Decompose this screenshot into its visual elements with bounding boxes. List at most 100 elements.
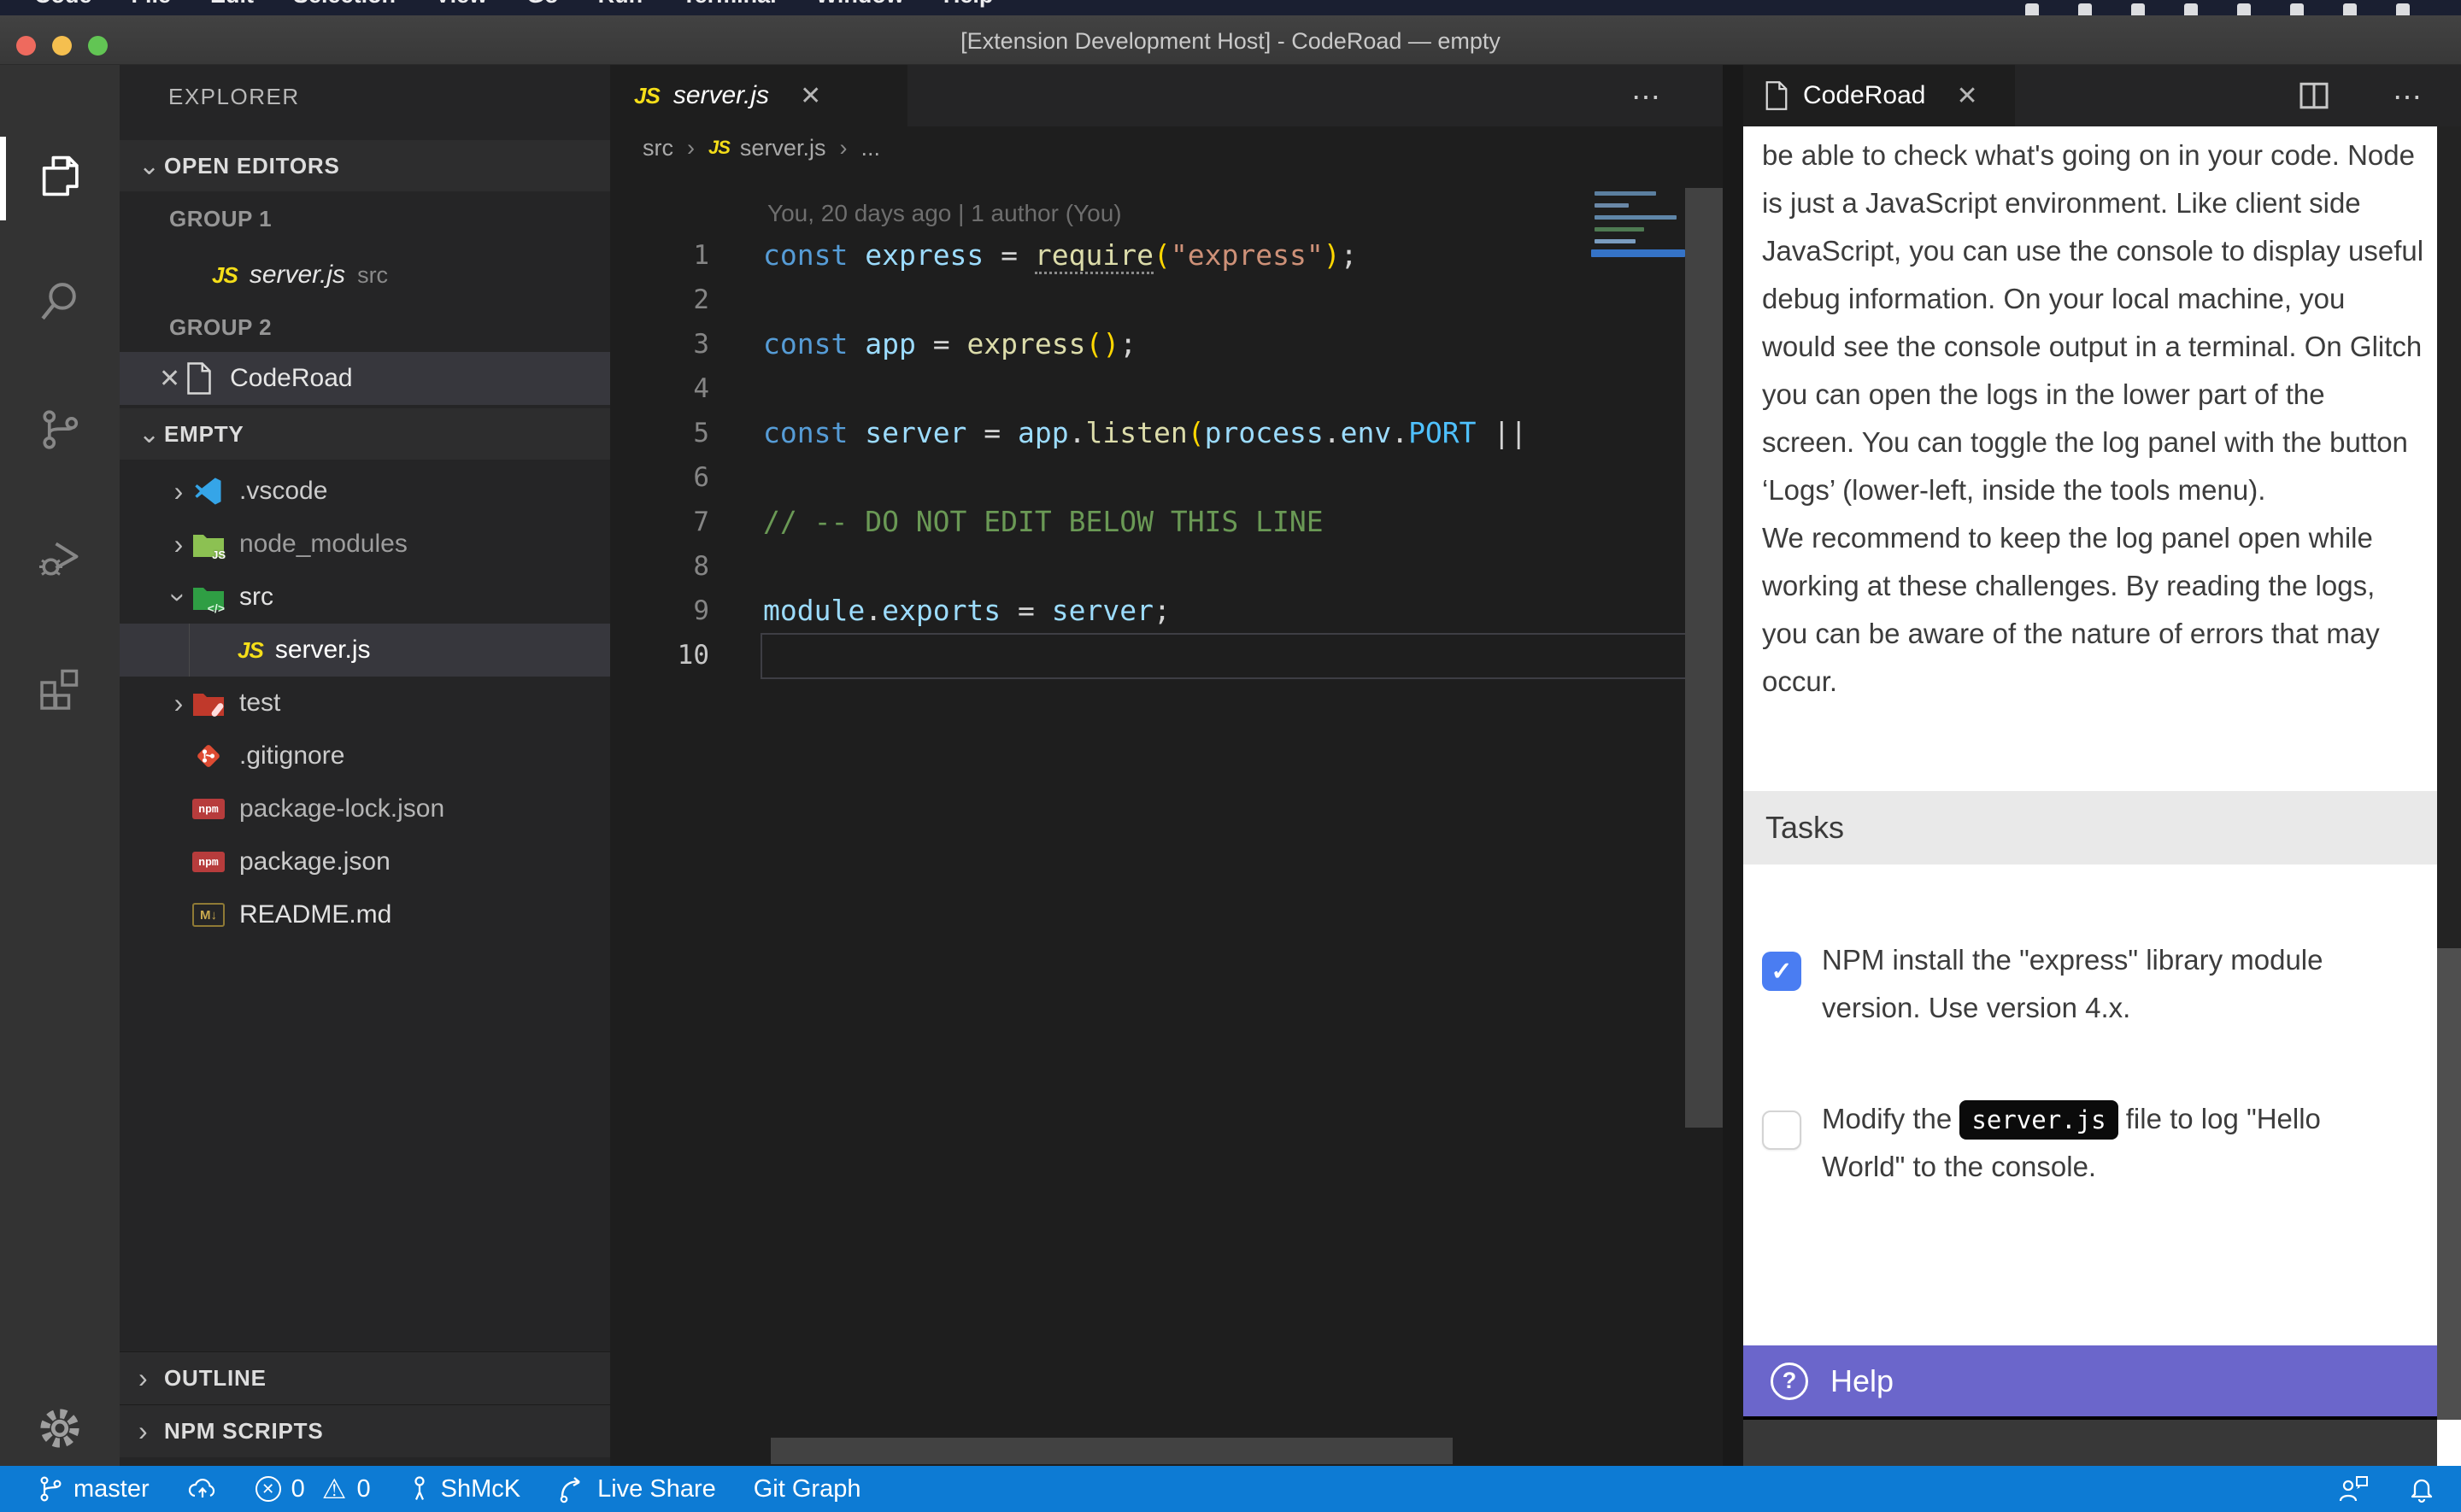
close-icon[interactable]: ✕ — [159, 364, 180, 394]
menu-item[interactable]: Edit — [210, 0, 254, 15]
line-number[interactable]: 2 — [610, 278, 709, 322]
tree-item-vscode[interactable]: › .vscode — [120, 465, 610, 518]
coderoad-paragraph-line: occur. — [1762, 658, 2423, 706]
task2-checkbox[interactable] — [1762, 1111, 1801, 1150]
line-number[interactable]: 7 — [610, 500, 709, 544]
menu-item[interactable]: Selection — [293, 0, 396, 15]
empty-section-header[interactable]: ⌄ EMPTY — [120, 408, 610, 460]
code-line[interactable] — [763, 366, 1720, 411]
task2-text-line2: World" to the console. — [1822, 1143, 2096, 1191]
open-editor-detail: src — [357, 262, 388, 289]
minimap[interactable] — [1591, 185, 1685, 304]
menu-item[interactable]: File — [132, 0, 172, 15]
tree-item-gitignore[interactable]: .gitignore — [120, 730, 610, 782]
tree-item-serverjs[interactable]: JS server.js — [120, 624, 610, 677]
line-number[interactable]: 5 — [610, 411, 709, 455]
js-file-icon: JS — [634, 83, 660, 109]
problems-item[interactable]: ✕ 0 ⚠ 0 — [255, 1473, 371, 1505]
tree-item-test[interactable]: › test — [120, 677, 610, 730]
settings-gear-icon[interactable] — [0, 1384, 120, 1473]
coderoad-paragraph-line: is just a JavaScript environment. Like c… — [1762, 179, 2423, 227]
code-line[interactable] — [763, 455, 1720, 500]
tree-item-src[interactable]: › </> src — [120, 571, 610, 624]
split-editor-icon[interactable] — [2297, 79, 2331, 113]
webview-scrollbar-track-bottom[interactable] — [2437, 1420, 2461, 1466]
open-editor-item-coderoad[interactable]: ✕ CodeRoad — [120, 352, 610, 405]
help-bar[interactable]: ? Help — [1743, 1345, 2437, 1416]
live-share-user-item[interactable]: ShMcK — [408, 1474, 520, 1503]
editor-vertical-scrollbar[interactable] — [1685, 188, 1723, 1128]
task1-checkbox[interactable]: ✓ — [1762, 952, 1801, 991]
line-number[interactable]: 4 — [610, 366, 709, 411]
line-number[interactable]: 1 — [610, 233, 709, 278]
tab-coderoad[interactable]: CodeRoad ✕ — [1743, 65, 2015, 126]
code-line[interactable]: const express = require("express"); — [763, 233, 1720, 278]
menu-item[interactable]: Run — [598, 0, 643, 15]
file-icon — [180, 360, 218, 397]
chevron-right-icon: › — [138, 1363, 164, 1394]
panel-actions-more-icon[interactable]: ⋯ — [2393, 80, 2425, 114]
search-icon[interactable] — [0, 257, 120, 346]
menu-item[interactable]: Help — [943, 0, 994, 15]
live-share-item[interactable]: Live Share — [558, 1474, 716, 1503]
source-control-icon[interactable] — [0, 385, 120, 474]
menu-item[interactable]: Go — [526, 0, 559, 15]
editor-group-divider[interactable] — [1723, 65, 1743, 1466]
editor-gutter[interactable]: 12345678910 — [610, 233, 709, 677]
line-number[interactable]: 3 — [610, 322, 709, 366]
node-modules-folder-icon: JS — [190, 525, 227, 563]
coderoad-paragraph-line: working at these challenges. By reading … — [1762, 562, 2423, 610]
npm-scripts-section-header[interactable]: › NPM SCRIPTS — [120, 1404, 610, 1457]
open-editor-item-serverjs[interactable]: JS server.js src — [120, 249, 610, 302]
line-number[interactable]: 10 — [610, 633, 709, 677]
extensions-icon[interactable] — [0, 643, 120, 732]
line-number[interactable]: 6 — [610, 455, 709, 500]
outline-section-header[interactable]: › OUTLINE — [120, 1351, 610, 1404]
js-file-icon: JS — [708, 137, 730, 159]
code-line[interactable] — [763, 633, 1720, 677]
sync-changes-item[interactable] — [187, 1475, 218, 1503]
tab-serverjs[interactable]: JS server.js ✕ — [610, 65, 907, 126]
run-debug-icon[interactable] — [0, 513, 120, 602]
tree-item-package-lock[interactable]: npm package-lock.json — [120, 782, 610, 835]
code-area[interactable]: const express = require("express"); const… — [763, 233, 1720, 677]
code-line[interactable]: const server = app.listen(process.env.PO… — [763, 411, 1720, 455]
js-file-icon: JS — [238, 637, 263, 664]
webview-scrollbar-thumb[interactable] — [2437, 948, 2461, 1420]
code-line[interactable]: // -- DO NOT EDIT BELOW THIS LINE — [763, 500, 1720, 544]
explorer-icon[interactable] — [0, 132, 120, 220]
line-number[interactable]: 9 — [610, 589, 709, 633]
code-line[interactable]: module.exports = server; — [763, 589, 1720, 633]
code-line[interactable] — [763, 278, 1720, 322]
notifications-item[interactable] — [2408, 1474, 2435, 1504]
js-file-icon: JS — [212, 262, 238, 289]
tree-item-node-modules[interactable]: › JS node_modules — [120, 518, 610, 571]
menu-item[interactable]: View — [435, 0, 487, 15]
editor-actions-more-icon[interactable]: ⋯ — [1631, 80, 1664, 114]
question-circle-icon: ? — [1771, 1363, 1808, 1400]
live-share-contacts-item[interactable] — [2336, 1474, 2370, 1504]
help-label: Help — [1830, 1363, 1894, 1399]
code-line[interactable]: const app = express(); — [763, 322, 1720, 366]
code-line[interactable] — [763, 544, 1720, 589]
coderoad-paragraph-line: debug information. On your local machine… — [1762, 275, 2423, 323]
menu-item[interactable]: Terminal — [682, 0, 777, 15]
git-branch-item[interactable]: master — [38, 1474, 150, 1503]
menu-item[interactable]: Window — [816, 0, 904, 15]
line-number[interactable]: 8 — [610, 544, 709, 589]
open-editors-header[interactable]: ⌄ OPEN EDITORS — [120, 140, 610, 191]
close-tab-icon[interactable]: ✕ — [800, 81, 821, 111]
menu-item[interactable]: Code — [34, 0, 92, 15]
git-graph-item[interactable]: Git Graph — [754, 1475, 861, 1503]
coderoad-panel: CodeRoad ✕ ⋯ be able to check what's goi… — [1743, 65, 2461, 1466]
git-icon — [190, 737, 227, 775]
tree-item-readme[interactable]: M↓ README.md — [120, 888, 610, 941]
close-tab-icon[interactable]: ✕ — [1956, 81, 1977, 111]
task1-text-line2: version. Use version 4.x. — [1822, 984, 2130, 1032]
chevron-right-icon: › — [138, 1415, 164, 1447]
breadcrumb[interactable]: src › JS server.js › ... — [610, 126, 1723, 169]
editor-horizontal-scrollbar[interactable] — [771, 1438, 1453, 1464]
chevron-right-icon: › — [167, 688, 190, 719]
webview-scrollbar-track[interactable] — [2437, 126, 2461, 948]
tree-item-package-json[interactable]: npm package.json — [120, 835, 610, 888]
